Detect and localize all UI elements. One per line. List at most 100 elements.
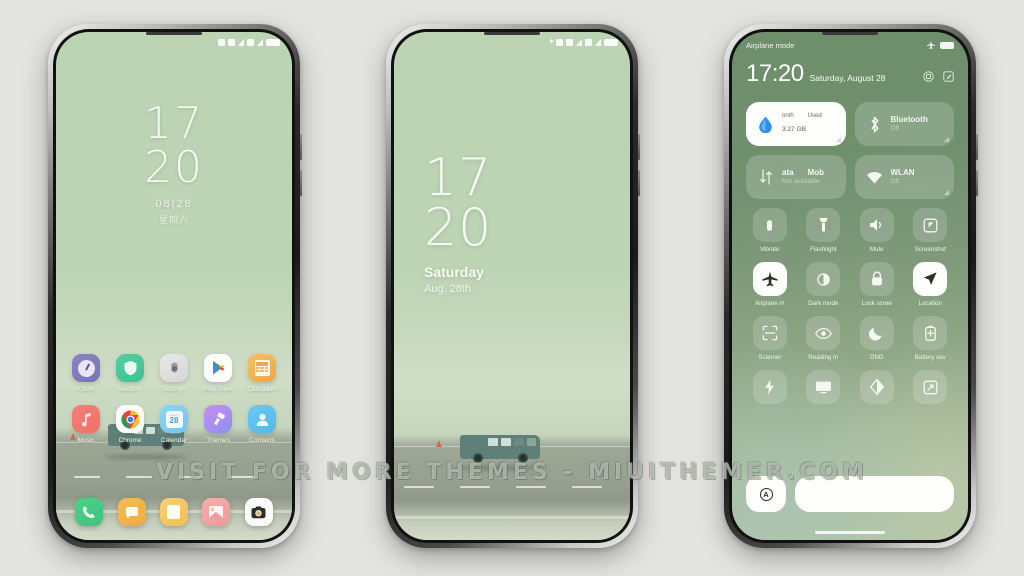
brightness-slider[interactable] [795,476,954,512]
app-label: Play Store [203,386,233,393]
settings-gear-icon[interactable] [923,71,934,82]
app-music[interactable]: Music [66,405,106,444]
mobile-data-title-right: Mob [807,168,824,178]
toggle-label: DND [870,354,884,361]
app-label: Contacts [249,437,275,444]
toggle-reading-mode[interactable]: Reading m [800,316,848,361]
toggle-label: Reading m [808,354,839,361]
battery-icon [266,38,280,46]
toggle-battery-saver[interactable]: Battery sav [907,316,955,361]
power-button[interactable] [638,170,640,196]
lockscreen-clock: 17 20 08|28 星期六 [56,102,292,226]
toggle-cast-screen[interactable] [800,370,848,408]
data-usage-card[interactable]: onth Used 3.27 GB [746,102,846,146]
notes-icon[interactable] [159,498,188,526]
clock-hours: 17 [424,148,493,208]
airplane-icon [927,41,935,49]
app-clock[interactable]: Clock [66,354,106,393]
toggle-dark-mode[interactable]: Dark mode [800,262,848,307]
wifi-icon [228,38,235,46]
phone-handset-icon[interactable] [75,498,104,526]
toggle-sync[interactable] [907,370,955,408]
app-grid: Clock Security Settings Play Store Calcu… [56,354,292,456]
app-settings[interactable]: Settings [154,354,194,393]
wlan-title: WLAN [890,168,915,178]
toggle-lightning[interactable] [746,370,794,408]
chrome-icon [116,405,144,433]
bluetooth-title: Bluetooth [890,115,928,125]
signal-icon [218,38,225,46]
toggle-flashlight[interactable]: Flashlight [800,208,848,253]
earpiece-speaker [146,32,202,35]
app-themes[interactable]: Themes [198,405,238,444]
paint-roller-icon [204,405,232,433]
app-contacts[interactable]: Contacts [242,405,282,444]
flashlight-icon [806,208,841,242]
battery-icon [604,38,618,46]
data-value-unit: GB [796,126,807,134]
sim-icon [585,38,592,46]
resize-corner-icon [944,137,949,142]
volume-button[interactable] [300,134,302,160]
vibrate-icon [752,208,787,242]
toggle-label: Flashlight [810,246,837,253]
volume-button[interactable] [976,134,978,160]
edit-pencil-icon[interactable] [943,71,954,82]
toggle-mute[interactable]: Mute [853,208,901,253]
control-center-panel: Airplane mode 17:20 Saturday, August 28 [732,32,968,540]
airplane-icon [752,262,787,296]
bluetooth-status: Off [890,124,900,132]
toggle-location[interactable]: Location [907,262,955,307]
wifi-icon [865,168,884,187]
lockscreen-clock: 17 20 Saturday Aug. 28th [424,148,493,295]
camera-icon[interactable] [244,498,273,526]
app-calculator[interactable]: Calculator [242,354,282,393]
wifi-icon [566,38,573,46]
signal-bars-icon [595,38,601,46]
toggle-label: Screenshot [914,246,946,253]
toggle-screenshot[interactable]: Screenshot [907,208,955,253]
calendar-day: 28 [169,416,179,425]
toggle-vibrate[interactable]: Vibrate [746,208,794,253]
toggle-theme[interactable] [853,370,901,408]
app-calendar[interactable]: august 28 Calendar [154,405,194,444]
person-icon [248,405,276,433]
volume-button[interactable] [638,134,640,160]
app-label: Clock [77,386,95,393]
wlan-card[interactable]: WLAN Off [854,155,954,199]
toggle-airplane-mode[interactable]: Airplane m [746,262,794,307]
moon-icon [859,316,894,350]
auto-brightness-button[interactable]: A [746,476,786,512]
app-label: Calendar [160,437,188,444]
bluetooth-card[interactable]: Bluetooth Off [854,102,954,146]
toggle-label: Battery sav [914,354,946,361]
app-chrome[interactable]: Chrome [110,405,150,444]
power-button[interactable] [300,170,302,196]
app-label: Music [77,437,95,444]
clock-weekday: Saturday [424,264,484,280]
toggle-dnd[interactable]: DND [853,316,901,361]
earpiece-speaker [822,32,878,35]
app-play-store[interactable]: Play Store [198,354,238,393]
home-indicator[interactable] [815,531,885,534]
mobile-data-card[interactable]: ata Mob Not available [746,155,846,199]
toggle-lock-screen[interactable]: Lock scree [853,262,901,307]
phone3-screen: Airplane mode 17:20 Saturday, August 28 [732,32,968,540]
power-button[interactable] [976,170,978,196]
status-bar [56,32,292,52]
scanner-icon [752,316,787,350]
message-bubble-icon[interactable] [117,498,146,526]
shield-icon [116,354,144,382]
quick-toggle-grid: Vibrate Flashlight Mute Screenshot Airpl… [746,208,954,408]
toggle-label: Dark mode [808,300,839,307]
control-center-body: onth Used 3.27 GB Bluetooth Off ata Mob … [746,102,954,408]
auto-brightness-label: A [759,487,773,501]
mobile-data-status: Not available [782,177,820,185]
app-label: Chrome [118,437,142,444]
status-bar: ✦ [394,32,630,52]
photo-icon[interactable] [202,498,231,526]
calendar-icon: august 28 [160,405,188,433]
toggle-scanner[interactable]: Scanner [746,316,794,361]
signal-bars-icon [257,38,263,46]
app-security[interactable]: Security [110,354,150,393]
